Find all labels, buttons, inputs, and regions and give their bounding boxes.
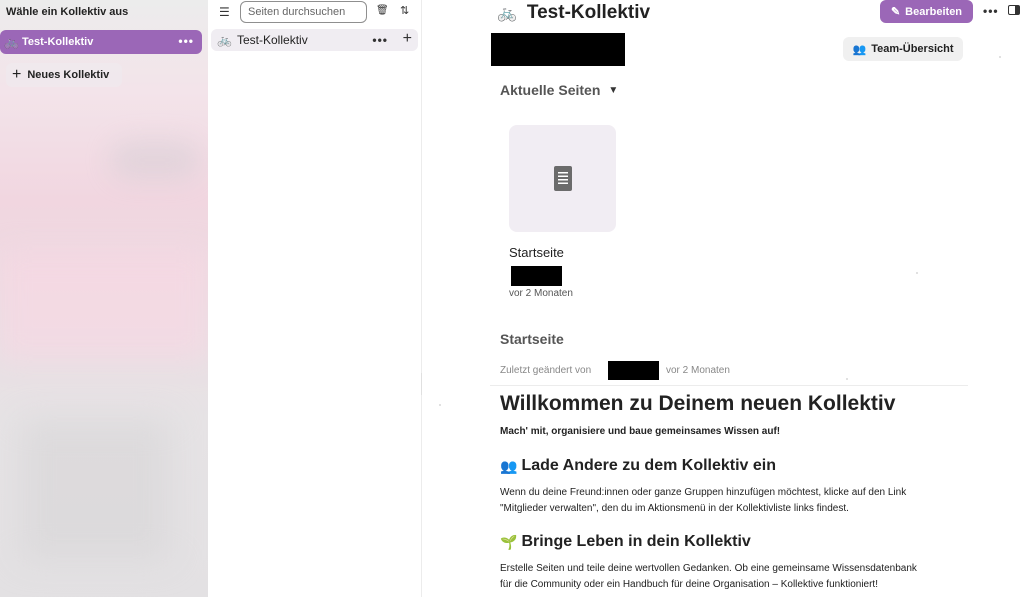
redacted-block [608,361,659,380]
paragraph-line: für die Community oder ein Handbuch für … [500,578,878,590]
background-speck [999,56,1001,58]
more-actions-icon[interactable]: ••• [983,4,999,18]
recent-pages-heading: Aktuelle Seiten [500,82,601,98]
recent-page-time: vor 2 Monaten [509,288,573,299]
search-input[interactable] [240,1,367,23]
content-lead: Mach' mit, organisiere und baue gemeinsa… [500,426,781,437]
page-item-label: Test-Kollektiv [237,33,308,47]
section-heading: 👥 Lade Andere zu dem Kollektiv ein [500,457,776,475]
collapse-sidebar-icon[interactable]: ☰ [219,5,230,19]
background-speck [439,404,441,406]
section-heading-text: Bringe Leben in dein Kollektiv [521,533,751,550]
collective-item-test-kollektiv[interactable]: 🚲 Test-Kollektiv ••• [0,30,202,54]
bicycle-icon: 🚲 [4,35,19,49]
document-icon [553,166,572,191]
plus-icon: + [12,66,22,83]
background-blur [110,140,200,180]
more-actions-icon[interactable]: ••• [372,33,388,47]
redacted-block [491,33,625,66]
background-blur [20,420,170,560]
people-icon: 👥 [500,457,518,474]
people-icon: 👥 [852,43,867,56]
main-content: 🚲 Test-Kollektiv ✎ Bearbeiten ••• 👥 Team… [423,0,1024,597]
section-heading: 🌱 Bringe Leben in dein Kollektiv [500,533,751,551]
background-speck [846,378,848,380]
recent-pages-toggle[interactable]: Aktuelle Seiten ▼ [500,82,618,98]
section-heading-text: Lade Andere zu dem Kollektiv ein [521,457,777,474]
bicycle-icon: 🚲 [497,5,517,22]
background-blur [0,250,208,360]
sidebar-title: Wähle ein Kollektiv aus [6,6,129,18]
last-changed-label: Zuletzt geändert von [500,365,592,376]
add-page-icon[interactable]: + [403,30,412,48]
chevron-down-icon: ▼ [608,84,619,96]
page-heading: Startseite [500,331,564,347]
paragraph-line: Wenn du deine Freund:innen oder ganze Gr… [500,487,907,498]
background-speck [916,272,918,274]
edit-button[interactable]: ✎ Bearbeiten [880,0,973,23]
collectives-sidebar: Wähle ein Kollektiv aus 🚲 Test-Kollektiv… [0,0,208,597]
trash-icon[interactable]: 🗑 [376,5,389,16]
bicycle-icon: 🚲 [217,33,232,47]
sidebar-toggle-icon[interactable] [1008,5,1020,15]
paragraph-line: Erstelle Seiten und teile deine wertvoll… [500,563,917,574]
recent-page-title[interactable]: Startseite [509,245,564,260]
sort-icon[interactable]: ⇅ [400,4,409,17]
divider [490,385,968,386]
page-title: 🚲 Test-Kollektiv [497,2,650,24]
collective-item-label: Test-Kollektiv [22,36,94,48]
recent-page-tile[interactable] [509,125,616,232]
more-actions-icon[interactable]: ••• [178,34,194,48]
page-list-column: ☰ 🗑 ⇅ 🚲 Test-Kollektiv ••• + [208,0,422,597]
redacted-block [511,266,562,286]
edit-button-label: Bearbeiten [905,5,963,18]
pencil-icon: ✎ [890,6,901,18]
paragraph-line: "Mitglieder verwalten", den du im Aktion… [500,502,849,514]
team-overview-button[interactable]: 👥 Team-Übersicht [843,37,963,61]
last-changed-time: vor 2 Monaten [666,365,730,376]
new-collective-button[interactable]: + Neues Kollektiv [6,63,122,87]
section-paragraph: Erstelle Seiten und teile deine wertvoll… [500,561,970,592]
content-heading: Willkommen zu Deinem neuen Kollektiv [500,392,896,415]
team-overview-label: Team-Übersicht [871,43,954,55]
page-item-test-kollektiv[interactable]: 🚲 Test-Kollektiv ••• + [211,29,418,51]
page-title-text: Test-Kollektiv [526,2,651,23]
section-paragraph: Wenn du deine Freund:innen oder ganze Gr… [500,485,970,516]
seedling-icon: 🌱 [500,533,518,550]
new-collective-label: Neues Kollektiv [27,69,110,81]
